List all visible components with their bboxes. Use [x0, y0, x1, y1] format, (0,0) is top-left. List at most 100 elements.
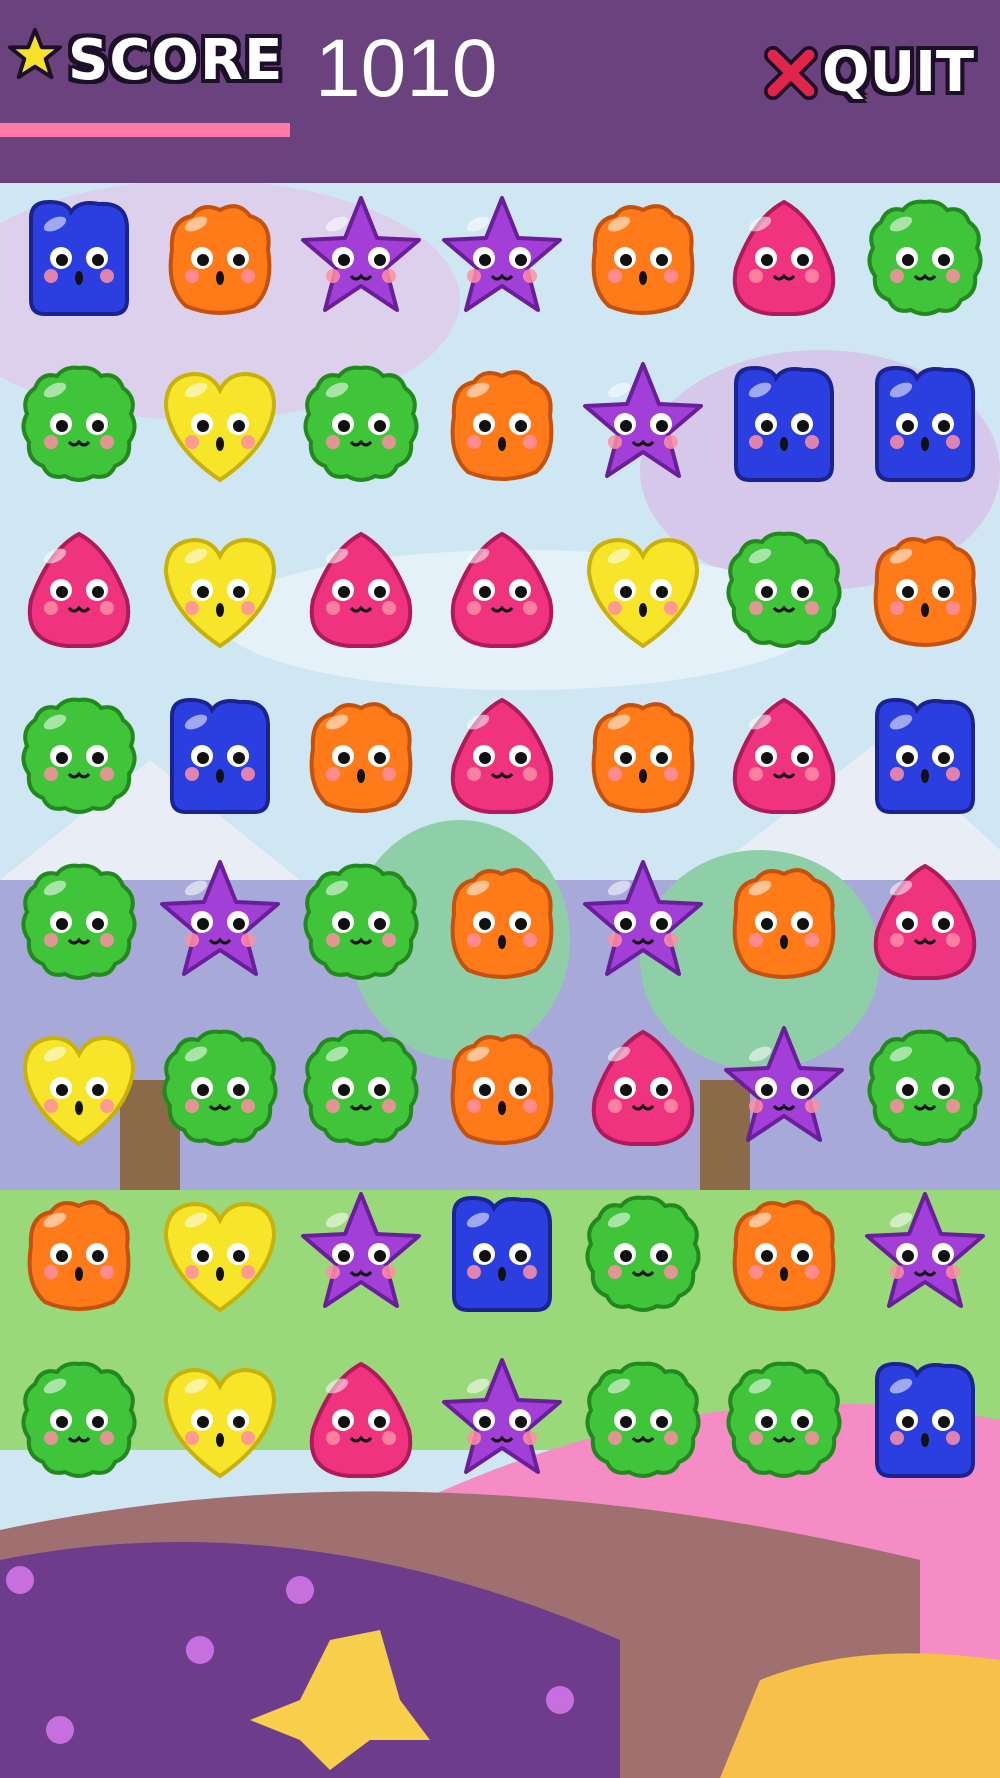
candy-purple[interactable]: [432, 1350, 572, 1490]
candy-green[interactable]: [573, 1184, 713, 1324]
candy-pink[interactable]: [291, 520, 431, 660]
pink-jelly-icon: [309, 1361, 413, 1478]
candy-purple[interactable]: [432, 188, 572, 328]
candy-purple[interactable]: [291, 188, 431, 328]
green-jelly-icon: [585, 1195, 701, 1312]
candy-yellow[interactable]: [150, 1350, 290, 1490]
candy-purple[interactable]: [291, 1184, 431, 1324]
green-jelly-icon: [303, 1029, 419, 1146]
green-jelly-icon: [585, 1361, 701, 1478]
quit-label: QUIT: [822, 40, 975, 105]
score-label: SCORE: [68, 28, 284, 93]
star-icon: [7, 27, 63, 80]
candy-orange[interactable]: [714, 1184, 854, 1324]
orange-jelly-icon: [450, 868, 554, 979]
candy-blue[interactable]: [855, 686, 995, 826]
candy-blue[interactable]: [432, 1184, 572, 1324]
pink-jelly-icon: [27, 531, 131, 648]
candy-pink[interactable]: [291, 1350, 431, 1490]
candy-purple[interactable]: [714, 1018, 854, 1158]
orange-jelly-icon: [591, 702, 695, 813]
green-jelly-icon: [162, 1029, 278, 1146]
pink-jelly-icon: [732, 199, 836, 316]
candy-green[interactable]: [9, 354, 149, 494]
candy-orange[interactable]: [855, 520, 995, 660]
candy-orange[interactable]: [432, 852, 572, 992]
candy-yellow[interactable]: [150, 520, 290, 660]
blue-jelly-icon: [875, 1361, 975, 1478]
candy-orange[interactable]: [432, 1018, 572, 1158]
candy-yellow[interactable]: [9, 1018, 149, 1158]
candy-green[interactable]: [714, 1350, 854, 1490]
candy-orange[interactable]: [9, 1184, 149, 1324]
orange-jelly-icon: [450, 370, 554, 481]
orange-jelly-icon: [873, 536, 977, 647]
purple-jelly-icon: [301, 1192, 421, 1308]
candy-yellow[interactable]: [573, 520, 713, 660]
green-jelly-icon: [21, 365, 137, 482]
candy-green[interactable]: [9, 1350, 149, 1490]
candy-pink[interactable]: [432, 520, 572, 660]
purple-jelly-icon: [724, 1026, 844, 1142]
candy-yellow[interactable]: [150, 354, 290, 494]
candy-green[interactable]: [714, 520, 854, 660]
candy-green[interactable]: [291, 354, 431, 494]
candy-purple[interactable]: [573, 354, 713, 494]
candy-orange[interactable]: [150, 188, 290, 328]
candy-blue[interactable]: [150, 686, 290, 826]
pink-jelly-icon: [309, 531, 413, 648]
green-jelly-icon: [726, 531, 842, 648]
candy-green[interactable]: [855, 1018, 995, 1158]
candy-green[interactable]: [573, 1350, 713, 1490]
candy-green[interactable]: [291, 1018, 431, 1158]
orange-jelly-icon: [591, 204, 695, 315]
candy-green[interactable]: [855, 188, 995, 328]
pink-jelly-icon: [450, 697, 554, 814]
green-jelly-icon: [21, 697, 137, 814]
green-jelly-icon: [21, 863, 137, 980]
candy-blue[interactable]: [714, 354, 854, 494]
candy-orange[interactable]: [573, 188, 713, 328]
yellow-jelly-icon: [163, 1201, 277, 1313]
candy-orange[interactable]: [573, 686, 713, 826]
orange-jelly-icon: [732, 868, 836, 979]
yellow-jelly-icon: [163, 537, 277, 649]
candy-purple[interactable]: [573, 852, 713, 992]
purple-jelly-icon: [160, 860, 280, 976]
candy-purple[interactable]: [855, 1184, 995, 1324]
candy-green[interactable]: [9, 852, 149, 992]
blue-jelly-icon: [875, 697, 975, 814]
yellow-jelly-icon: [163, 371, 277, 483]
green-jelly-icon: [21, 1361, 137, 1478]
candy-blue[interactable]: [9, 188, 149, 328]
green-jelly-icon: [867, 199, 983, 316]
candy-pink[interactable]: [432, 686, 572, 826]
candy-green[interactable]: [150, 1018, 290, 1158]
candy-pink[interactable]: [573, 1018, 713, 1158]
purple-jelly-icon: [442, 1358, 562, 1474]
candy-green[interactable]: [291, 852, 431, 992]
candy-pink[interactable]: [714, 686, 854, 826]
purple-jelly-icon: [865, 1192, 985, 1308]
candy-yellow[interactable]: [150, 1184, 290, 1324]
candy-orange[interactable]: [291, 686, 431, 826]
candy-orange[interactable]: [714, 852, 854, 992]
close-icon: [764, 46, 818, 100]
candy-blue[interactable]: [855, 1350, 995, 1490]
candy-green[interactable]: [9, 686, 149, 826]
candy-pink[interactable]: [855, 852, 995, 992]
candy-pink[interactable]: [714, 188, 854, 328]
blue-jelly-icon: [734, 365, 834, 482]
candy-blue[interactable]: [855, 354, 995, 494]
blue-jelly-icon: [29, 199, 129, 316]
purple-jelly-icon: [583, 860, 703, 976]
green-jelly-icon: [303, 365, 419, 482]
orange-jelly-icon: [27, 1200, 131, 1311]
yellow-jelly-icon: [163, 1367, 277, 1479]
orange-jelly-icon: [309, 702, 413, 813]
pink-jelly-icon: [732, 697, 836, 814]
candy-purple[interactable]: [150, 852, 290, 992]
candy-orange[interactable]: [432, 354, 572, 494]
quit-button[interactable]: QUIT: [764, 40, 984, 112]
candy-pink[interactable]: [9, 520, 149, 660]
